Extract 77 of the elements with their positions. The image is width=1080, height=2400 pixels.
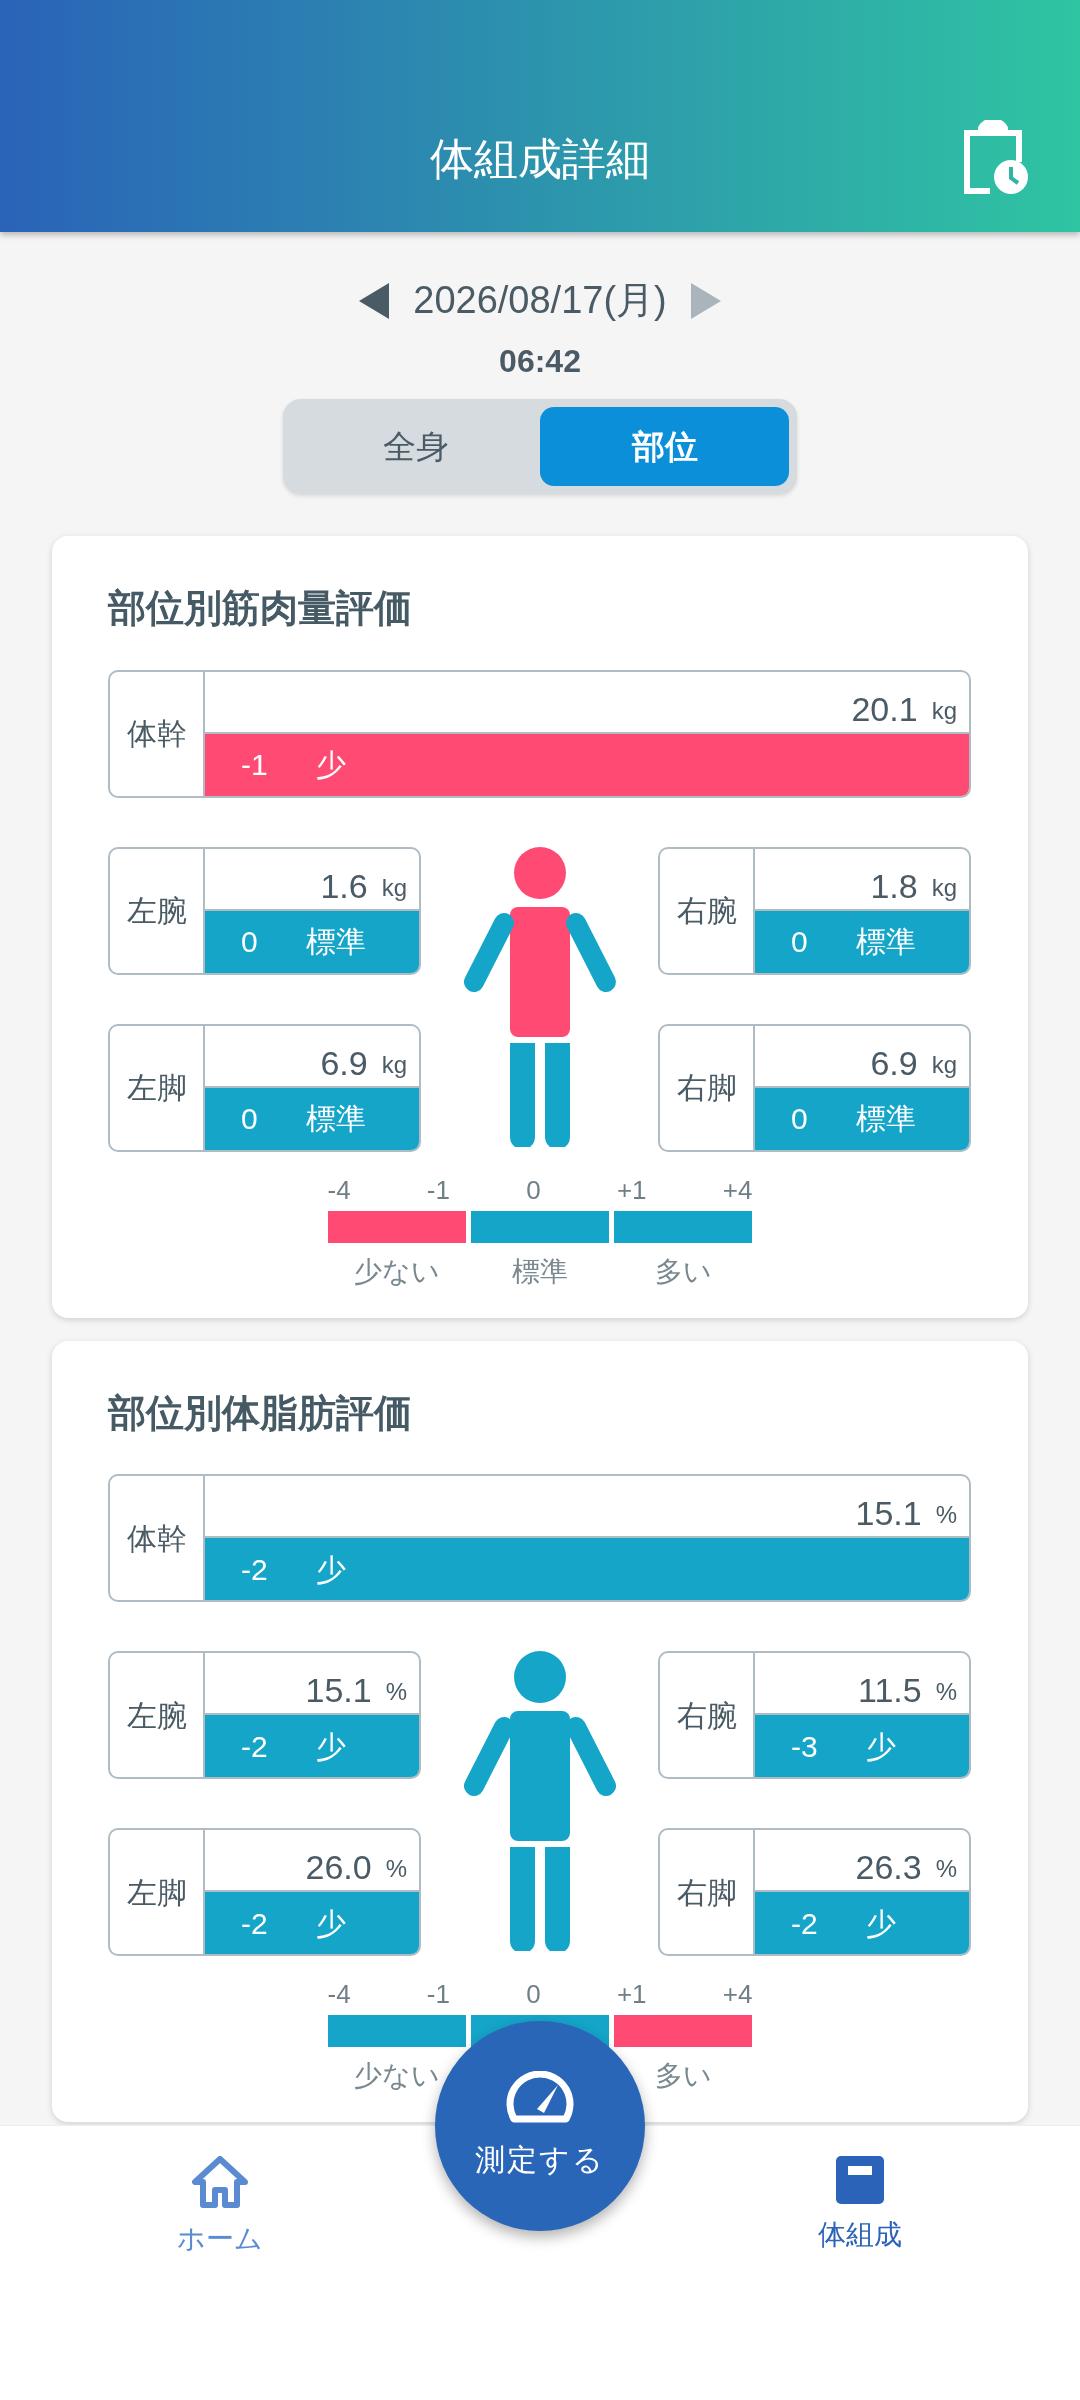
scale-label: 多い [654, 1255, 712, 1287]
unit-text: kg [931, 873, 957, 903]
view-tab[interactable]: 全身 [291, 407, 540, 486]
rating-text: 少 [315, 1728, 346, 1765]
scale-tick: -4 [327, 1176, 351, 1203]
value-text: 20.1 [851, 691, 918, 726]
previous-arrow[interactable] [359, 282, 390, 319]
value-text: 6.9 [320, 1045, 368, 1080]
unit-text: % [385, 1678, 407, 1708]
score-text: 0 [791, 1101, 808, 1138]
region-label: 左脚 [126, 1874, 187, 1911]
score-text: -3 [791, 1728, 818, 1765]
scale-label: 多い [654, 2060, 712, 2092]
region-label: 左脚 [126, 1070, 187, 1107]
home-icon [192, 2156, 248, 2208]
region-label: 左腕 [126, 893, 187, 930]
scale-tick: -1 [426, 1981, 450, 2008]
region-label: 右脚 [676, 1874, 737, 1911]
scale-icon [836, 2156, 884, 2204]
region-label: 体幹 [126, 1520, 187, 1557]
scale-tick: -4 [327, 1981, 351, 2008]
unit-text: kg [931, 1050, 957, 1080]
value-text: 26.0 [305, 1850, 372, 1885]
time-text: 06:42 [499, 343, 581, 379]
rating-text: 標準 [305, 924, 366, 961]
region-label: 右腕 [676, 1697, 737, 1734]
scale-tick: +4 [722, 1981, 753, 2008]
scale-tick: +4 [722, 1176, 753, 1203]
unit-text: kg [381, 873, 407, 903]
unit-text: kg [931, 696, 957, 726]
score-text: 0 [791, 924, 808, 961]
nav-tab[interactable]: ホーム [150, 2156, 290, 2276]
rating-text: 標準 [855, 924, 916, 961]
score-text: -1 [241, 747, 268, 784]
rating-text: 標準 [305, 1101, 366, 1138]
rating-text: 少 [315, 1551, 346, 1588]
rating-text: 少 [315, 747, 346, 784]
region-label: 体幹 [126, 716, 187, 753]
scale-label: 少ない [353, 1255, 440, 1287]
scale-tick: -1 [426, 1176, 450, 1203]
scale-tick: 0 [526, 1981, 541, 2008]
value-text: 15.1 [305, 1673, 372, 1708]
rating-text: 標準 [855, 1101, 916, 1138]
scale-tick: +1 [616, 1981, 647, 2008]
value-text: 1.8 [870, 868, 918, 903]
page-title: 体組成詳細 [430, 133, 650, 185]
score-text: -2 [791, 1905, 818, 1942]
view-tab[interactable]: 部位 [540, 407, 789, 486]
date-text: 2026/08/17(月) [413, 278, 667, 323]
rating-text: 少 [865, 1728, 896, 1765]
rating-text: 少 [315, 1905, 346, 1942]
gauge-icon [506, 2070, 574, 2123]
score-text: -2 [241, 1551, 268, 1588]
score-text: -2 [241, 1728, 268, 1765]
unit-text: % [385, 1855, 407, 1885]
scale-tick: +1 [616, 1176, 647, 1203]
region-label: 左腕 [126, 1697, 187, 1734]
unit-text: % [935, 1501, 957, 1531]
unit-text: kg [381, 1050, 407, 1080]
scale-label: 標準 [512, 1255, 568, 1287]
value-text: 15.1 [855, 1496, 922, 1531]
region-label: 右脚 [676, 1070, 737, 1107]
unit-text: % [935, 1855, 957, 1885]
scale-tick: 0 [526, 1176, 541, 1203]
value-text: 11.5 [858, 1673, 922, 1708]
score-text: 0 [241, 1101, 258, 1138]
score-text: 0 [241, 924, 258, 961]
nav-tab[interactable]: 体組成 [790, 2156, 930, 2276]
unit-text: % [935, 1678, 957, 1708]
section-title: 部位別筋肉量評価 [108, 586, 413, 631]
value-text: 1.6 [320, 868, 368, 903]
value-text: 26.3 [855, 1850, 922, 1885]
score-text: -2 [241, 1905, 268, 1942]
section-title: 部位別体脂肪評価 [108, 1390, 413, 1436]
value-text: 6.9 [870, 1045, 918, 1080]
region-label: 右腕 [676, 893, 737, 930]
rating-text: 少 [865, 1905, 896, 1942]
